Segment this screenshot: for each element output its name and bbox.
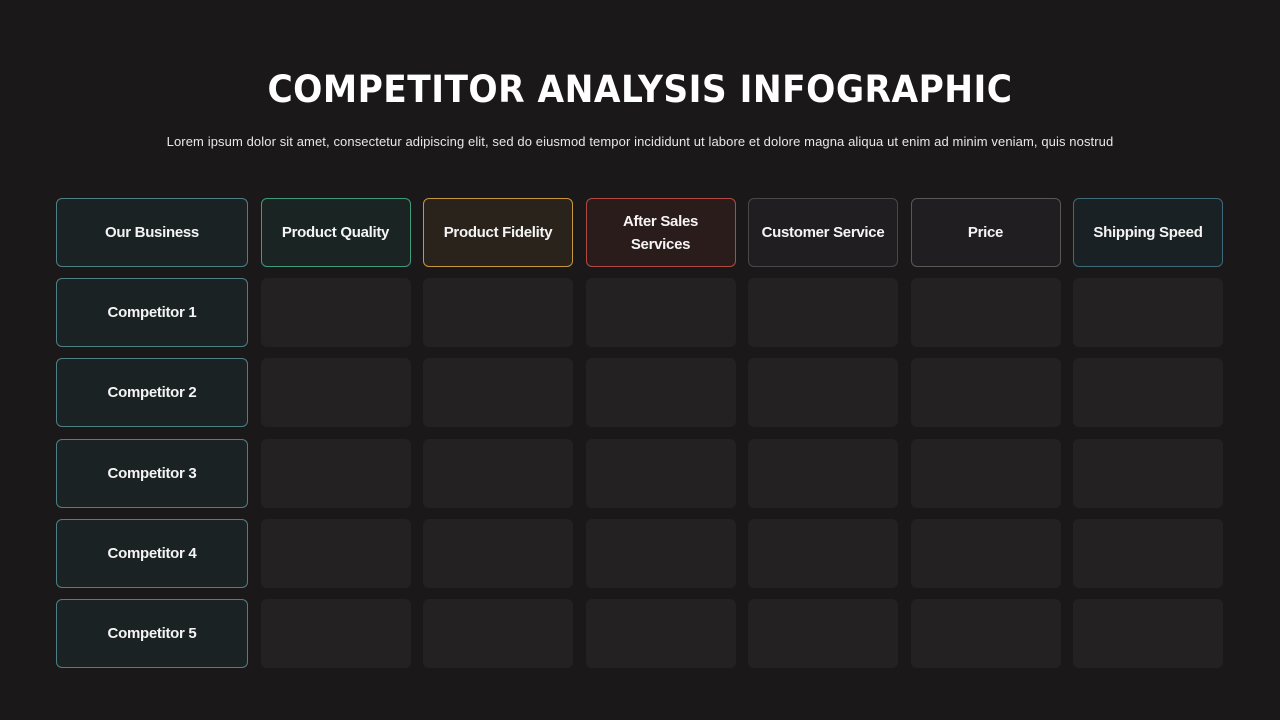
table-cell xyxy=(585,598,736,668)
table-cell xyxy=(910,358,1061,428)
table-cell xyxy=(260,358,411,428)
table-cell xyxy=(1073,278,1223,348)
table-cell xyxy=(585,438,736,508)
table-cell xyxy=(423,438,573,508)
row-header-competitor-3: Competitor 3 xyxy=(56,438,248,508)
column-header-after-sales-services: After Sales Services xyxy=(585,198,736,267)
table-cell xyxy=(1073,438,1223,508)
column-header-customer-service: Customer Service xyxy=(748,198,898,267)
row-header-competitor-5: Competitor 5 xyxy=(56,598,248,668)
row-header-competitor-1: Competitor 1 xyxy=(56,278,248,348)
row-header-competitor-2: Competitor 2 xyxy=(56,358,248,428)
column-header-product-fidelity: Product Fidelity xyxy=(423,198,573,267)
table-cell xyxy=(260,438,411,508)
table-cell xyxy=(748,438,898,508)
table-cell xyxy=(585,518,736,588)
column-header-shipping-speed: Shipping Speed xyxy=(1073,198,1223,267)
table-cell xyxy=(748,598,898,668)
table-cell xyxy=(260,278,411,348)
competitor-table: Our Business Product Quality Product Fid… xyxy=(56,198,1223,668)
table-cell xyxy=(1073,518,1223,588)
table-cell xyxy=(748,358,898,428)
page-title: COMPETITOR ANALYSIS INFOGRAPHIC xyxy=(267,68,1013,111)
table-cell xyxy=(748,278,898,348)
table-cell xyxy=(260,518,411,588)
table-cell xyxy=(910,278,1061,348)
corner-header-our-business: Our Business xyxy=(56,198,248,267)
page-subtitle: Lorem ipsum dolor sit amet, consectetur … xyxy=(166,134,1114,149)
table-cell xyxy=(1073,598,1223,668)
table-cell xyxy=(585,358,736,428)
table-cell xyxy=(585,278,736,348)
row-header-competitor-4: Competitor 4 xyxy=(56,518,248,588)
table-cell xyxy=(260,598,411,668)
table-cell xyxy=(910,438,1061,508)
column-header-product-quality: Product Quality xyxy=(260,198,411,267)
table-cell xyxy=(423,278,573,348)
table-cell xyxy=(423,358,573,428)
table-cell xyxy=(748,518,898,588)
table-cell xyxy=(423,598,573,668)
column-header-price: Price xyxy=(910,198,1061,267)
table-cell xyxy=(910,598,1061,668)
table-cell xyxy=(1073,358,1223,428)
table-cell xyxy=(423,518,573,588)
table-cell xyxy=(910,518,1061,588)
